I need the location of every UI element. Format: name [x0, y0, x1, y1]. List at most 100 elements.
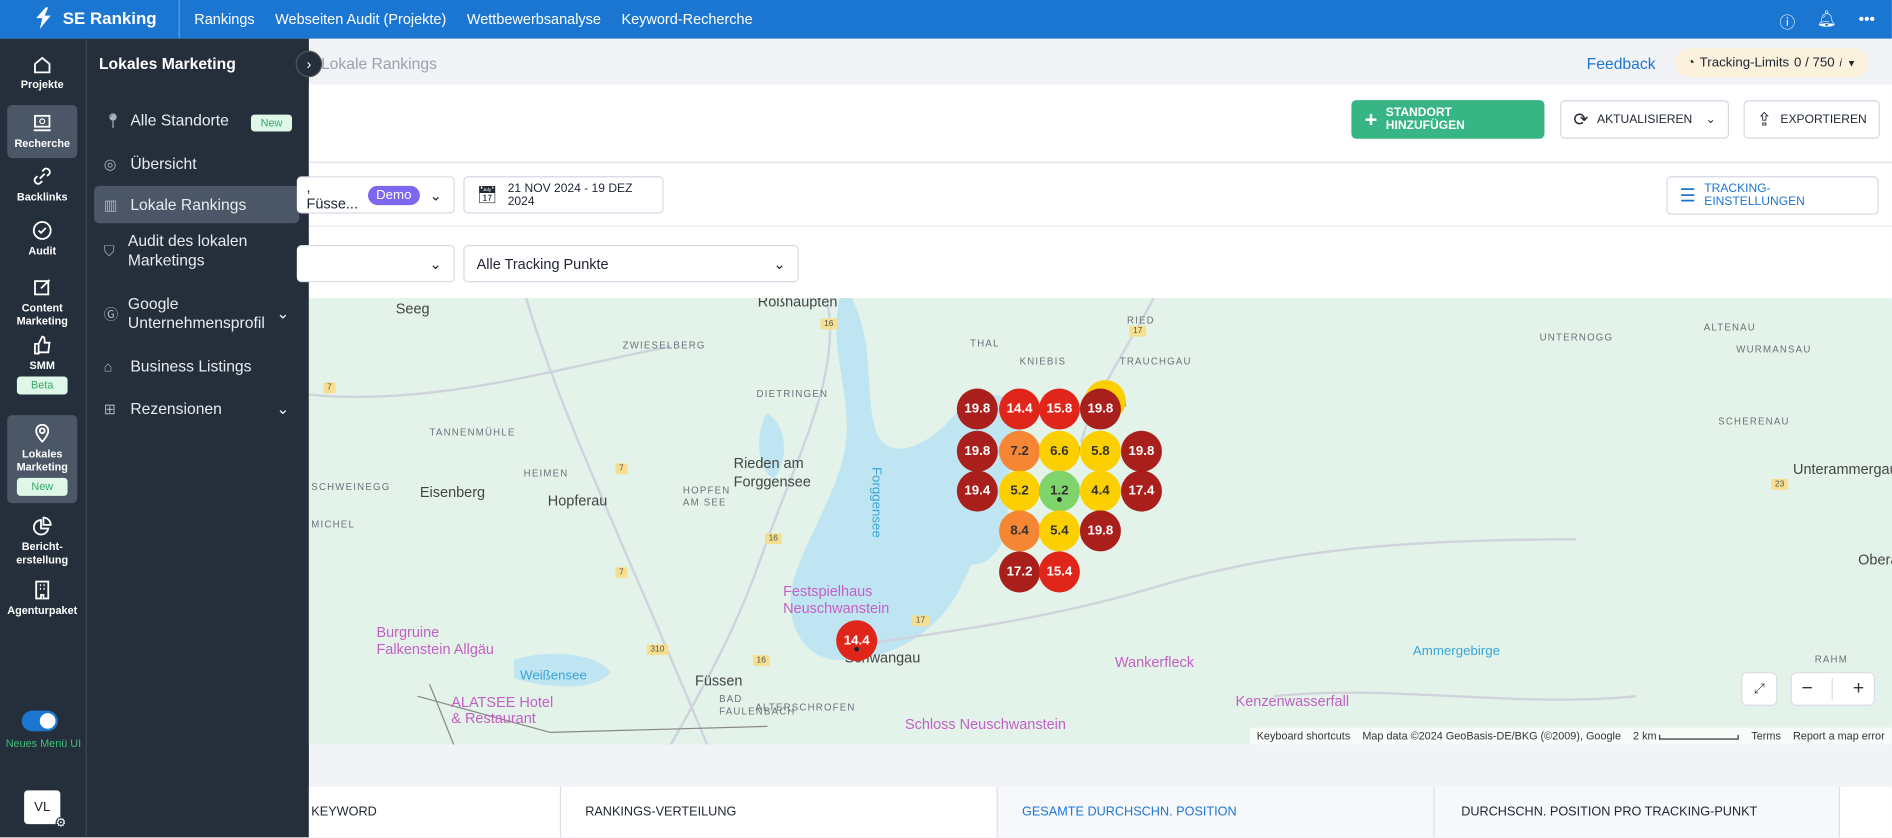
keyboard-shortcuts-link[interactable]: Keyboard shortcuts [1257, 730, 1351, 742]
ranking-marker[interactable]: 5.8 [1079, 430, 1121, 472]
tracking-limits-label: Tracking-Limits [1699, 55, 1790, 70]
map-label: KNIEBIS [1019, 355, 1067, 367]
ranking-marker[interactable]: 19.8 [956, 388, 998, 430]
nav-keyword-recherche[interactable]: Keyword-Recherche [621, 11, 752, 28]
submenu-item-business-listings[interactable]: ⌂ Business Listings [94, 355, 299, 379]
rail-item-lokales-marketing[interactable]: Lokales Marketing New [7, 415, 78, 504]
road-shield: 16 [764, 533, 782, 545]
marker-value: 6.6 [1050, 444, 1069, 459]
rail-item-content-marketing[interactable]: Content Marketing [7, 276, 77, 328]
rail-item-label: Backlinks [16, 190, 68, 203]
feedback-link[interactable]: Feedback [1587, 54, 1656, 72]
ranking-marker[interactable]: 15.4 [1038, 551, 1080, 593]
road-shield: 17 [912, 615, 929, 627]
zoom-out-button[interactable]: − [1802, 678, 1813, 700]
tab-rankings-verteilung[interactable]: RANKINGS-VERTEILUNG [561, 786, 998, 838]
zoom-in-button[interactable]: + [1853, 678, 1864, 700]
ranking-marker[interactable]: 5.2 [999, 470, 1041, 512]
ranking-marker[interactable]: 1.2 [1038, 470, 1080, 512]
nav-webseiten-audit[interactable]: Webseiten Audit (Projekte) [275, 11, 446, 28]
pie-chart-icon [32, 516, 52, 536]
ranking-marker[interactable]: 19.4 [956, 470, 998, 512]
rail-item-bericht-erstellung[interactable]: Bericht-erstellung [7, 515, 77, 567]
tracking-settings-button[interactable]: ☰ TRACKING-EINSTELLUNGEN [1666, 176, 1879, 215]
nav-wettbewerbsanalyse[interactable]: Wettbewerbsanalyse [467, 11, 601, 28]
tab-keyword[interactable]: KEYWORD [309, 786, 562, 838]
submenu-item-lokale-rankings[interactable]: ▥ Lokale Rankings [94, 185, 300, 224]
refresh-button[interactable]: ⟳ AKTUALISIEREN ⌄ [1560, 100, 1730, 139]
report-map-error-link[interactable]: Report a map error [1793, 730, 1885, 742]
filter-row: , Füsse... Demo ⌄ 📅︎ 21 NOV 2024 - 19 DE… [296, 162, 1892, 227]
breadcrumb[interactable]: Lokale Rankings [321, 54, 437, 72]
map-label: DIETRINGEN [756, 388, 829, 400]
more-icon[interactable]: ••• [1859, 10, 1875, 33]
top-icons: ⓘ 🔔︎ ••• [1780, 10, 1876, 33]
map-label: RIED [1126, 314, 1155, 326]
ranking-marker[interactable]: 19.8 [1079, 388, 1121, 430]
submenu-item-übersicht[interactable]: ◎ Übersicht [94, 152, 299, 176]
marker-value: 19.4 [964, 483, 991, 499]
rail-item-projekte[interactable]: Projekte [7, 53, 77, 92]
keyword-select[interactable]: ⌄ [296, 244, 455, 283]
rail-item-backlinks[interactable]: Backlinks [7, 165, 77, 204]
lightning-logo-icon [36, 7, 51, 29]
bar-chart-icon: ▥ [103, 196, 118, 213]
map-label: Weißensee [520, 668, 587, 683]
ranking-marker[interactable]: 15.8 [1038, 388, 1080, 430]
ranking-marker[interactable]: 5.4 [1038, 510, 1080, 552]
map-label: Eisenberg [419, 483, 486, 501]
ranking-marker[interactable]: 17.4 [1120, 470, 1162, 512]
ranking-marker[interactable]: 14.4 [836, 620, 878, 662]
map-label: TANNENMÜHLE [429, 427, 516, 438]
date-range-picker[interactable]: 📅︎ 21 NOV 2024 - 19 DEZ 2024 [463, 176, 664, 214]
rail-item-recherche[interactable]: Recherche [7, 104, 78, 159]
ranking-marker[interactable]: 8.4 [999, 510, 1041, 552]
fullscreen-button[interactable]: ⤢ [1741, 672, 1778, 706]
submenu-item-label: Lokale Rankings [130, 194, 247, 213]
avatar-initials: VL [34, 799, 51, 815]
ranking-marker[interactable]: 17.2 [999, 551, 1041, 593]
rail-item-smm[interactable]: SMM Beta [7, 334, 77, 395]
submenu-item-rezensionen[interactable]: ⊞ Rezensionen ⌄ [94, 397, 299, 421]
add-location-button[interactable]: + STANDORT HINZUFÜGEN [1351, 100, 1545, 139]
map-label: Rieden am [733, 454, 804, 472]
avatar[interactable]: VL ⚙ [24, 790, 67, 831]
tab-position-pro-tracking-punkt[interactable]: DURCHSCHN. POSITION PRO TRACKING-PUNKT [1434, 786, 1841, 838]
map-data-credit: Map data ©2024 GeoBasis-DE/BKG (©2009), … [1362, 729, 1621, 743]
ranking-marker[interactable]: 14.4 [999, 388, 1041, 430]
ranking-marker[interactable]: 19.8 [956, 430, 998, 472]
help-icon[interactable]: ⓘ [1780, 10, 1796, 33]
rail-item-audit[interactable]: Audit [7, 220, 77, 259]
rail-item-agenturpaket[interactable]: Agenturpaket [7, 579, 77, 618]
ranking-marker[interactable]: 7.2 [999, 430, 1041, 472]
bell-icon[interactable]: 🔔︎ [1817, 10, 1837, 33]
location-select[interactable]: , Füsse... Demo ⌄ [296, 176, 455, 214]
ranking-marker[interactable]: 19.8 [1120, 430, 1162, 472]
nav-rankings[interactable]: Rankings [194, 11, 254, 28]
ranking-marker[interactable]: 6.6 [1038, 430, 1080, 472]
map-label: Unterammergau [1793, 460, 1892, 478]
tracking-limits-value: 0 / 750 [1794, 55, 1835, 70]
collapse-toggle-button[interactable]: › [295, 50, 323, 78]
map[interactable]: Seeg Roßhaupten ZWIESELBERG THAL KNIEBIS RIED… [308, 298, 1892, 745]
submenu-item-google-unternehmensprofil[interactable]: Ⓖ Google Unternehmensprofil ⌄ [94, 294, 299, 333]
gear-icon[interactable]: ⚙ [55, 816, 67, 831]
submenu-item-audit-des-lokalen-marketings[interactable]: ⛉ Audit des lokalen Marketings [94, 232, 299, 271]
tracking-limits[interactable]: ◔ Tracking-Limits 0 / 750 i ▼ [1674, 48, 1869, 78]
zoom-controls: − + [1790, 672, 1876, 706]
ranking-marker[interactable]: 4.4 [1079, 470, 1121, 512]
terms-link[interactable]: Terms [1751, 730, 1781, 742]
chevron-down-icon: ⌄ [1705, 112, 1716, 127]
info-icon[interactable]: i [1839, 57, 1841, 69]
new-menu-toggle[interactable] [21, 710, 58, 732]
export-button[interactable]: ⇪ EXPORTIEREN [1743, 100, 1880, 139]
ranking-marker[interactable]: 19.8 [1079, 510, 1121, 552]
map-label: Forggensee [733, 472, 811, 490]
submenu-item-label: Alle Standorte [130, 111, 229, 130]
tracking-points-select[interactable]: Alle Tracking Punkte ⌄ [463, 244, 799, 283]
logo[interactable]: SE Ranking [34, 7, 157, 29]
road-shield: 23 [1771, 479, 1788, 490]
map-label: Hopferau [547, 492, 608, 510]
submenu-item-alle-standorte[interactable]: 📍︎ Alle Standorte New [94, 109, 299, 133]
tab-gesamte-durchschn-position[interactable]: GESAMTE DURCHSCHN. POSITION [997, 786, 1435, 838]
